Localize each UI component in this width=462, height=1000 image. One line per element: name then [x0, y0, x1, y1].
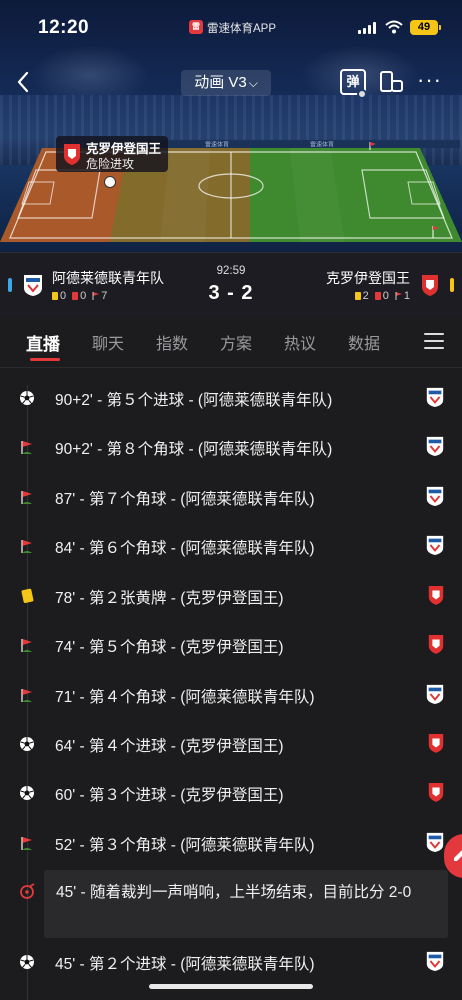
tab-live[interactable]: 直播 — [26, 330, 60, 355]
tab-bar: 直播 聊天 指数 方案 热议 数据 — [0, 318, 462, 368]
home-indicator — [149, 984, 313, 989]
animation-version-label: 动画 V3 — [194, 74, 247, 91]
goal-ball-icon — [19, 390, 35, 406]
home-team-crest-icon — [425, 386, 445, 413]
event-text: 74' - 第５个角球 - (克罗伊登国王) — [55, 639, 284, 656]
event-row: 87' - 第７个角球 - (阿德莱德联青年队) — [0, 472, 462, 522]
app-logo-icon: 雷 — [189, 20, 203, 34]
away-team-crest-icon — [427, 732, 445, 759]
home-team-crest-icon — [425, 683, 445, 710]
event-text: 45' - 第２个进球 - (阿德莱德联青年队) — [55, 956, 315, 973]
menu-icon[interactable] — [424, 332, 444, 350]
tab-odds[interactable]: 指数 — [156, 330, 188, 354]
back-button[interactable] — [16, 68, 40, 96]
tab-data[interactable]: 数据 — [348, 330, 380, 354]
home-team-crest-icon — [425, 950, 445, 977]
home-team-crest-icon — [425, 534, 445, 561]
event-row: 64' - 第４个进球 - (克罗伊登国王) — [0, 719, 462, 769]
away-team-crest-icon — [427, 584, 445, 611]
corner-flag-icon — [19, 637, 35, 653]
pitch-watermark: 雷速体育 — [205, 141, 229, 149]
edit-icon — [454, 850, 462, 861]
event-text: 90+2' - 第８个角球 - (阿德莱德联青年队) — [55, 441, 333, 458]
more-options-icon[interactable]: ··· — [417, 69, 443, 95]
away-yellow-cards: 2 — [354, 290, 369, 302]
corner-flag-icon — [19, 489, 35, 505]
rotate-screen-icon[interactable] — [378, 69, 404, 95]
corner-flag-icon — [19, 538, 35, 554]
chevron-down-icon: ⌵ — [248, 76, 258, 90]
away-corners: 1 — [395, 290, 410, 302]
danmu-switch-dot — [357, 89, 367, 99]
corner-flag-icon — [19, 687, 35, 703]
away-team-crest-icon — [427, 781, 445, 808]
wifi-icon — [385, 20, 403, 34]
goal-ball-icon — [19, 736, 35, 752]
animation-header: 12:20 雷 雷速体育APP 49 动画 V3 ⌵ 弹 ··· 雷速体育 雷速… — [0, 0, 462, 252]
event-text: 52' - 第３个角球 - (阿德莱德联青年队) — [55, 837, 315, 854]
live-event-popup: 克罗伊登国王 危险进攻 — [56, 136, 168, 172]
home-team-crest-icon — [425, 485, 445, 512]
ball-icon — [104, 176, 116, 188]
event-row: 84' - 第６个角球 - (阿德莱德联青年队) — [0, 521, 462, 571]
event-row: 90+2' - 第８个角球 - (阿德莱德联青年队) — [0, 422, 462, 472]
yellow-card-icon — [19, 588, 35, 604]
event-text: 78' - 第２张黄牌 - (克罗伊登国王) — [55, 590, 284, 607]
goal-ball-icon — [19, 785, 35, 801]
event-row: 74' - 第５个角球 - (克罗伊登国王) — [0, 620, 462, 670]
away-team-crest-icon — [427, 633, 445, 660]
event-row: 78' - 第２张黄牌 - (克罗伊登国王) — [0, 571, 462, 621]
status-time: 12:20 — [38, 17, 90, 38]
chevron-left-icon — [17, 71, 29, 93]
nav-bar: 动画 V3 ⌵ 弹 ··· — [0, 62, 462, 102]
away-team-crest-icon — [422, 275, 438, 296]
signal-icon — [358, 22, 376, 34]
tab-chat[interactable]: 聊天 — [92, 330, 124, 354]
tab-plans[interactable]: 方案 — [220, 330, 252, 354]
event-row: 60' - 第３个进球 - (克罗伊登国王) — [0, 768, 462, 818]
scoreboard: 阿德莱德联青年队 0 0 7 92:59 3 - 2 克罗伊登国王 2 0 1 — [0, 252, 462, 318]
event-row: 45' - 第２个进球 - (阿德莱德联青年队) — [0, 937, 462, 987]
home-team-crest-icon — [425, 435, 445, 462]
active-tab-indicator — [30, 358, 60, 361]
corner-flag-icon — [19, 439, 35, 455]
event-text: 90+2' - 第５个进球 - (阿德莱德联青年队) — [55, 392, 333, 409]
event-row: 71' - 第４个角球 - (阿德莱德联青年队) — [0, 670, 462, 720]
halftime-note: 45' - 随着裁判一声哨响，上半场结束，目前比分 2-0 — [44, 870, 448, 938]
event-text: 84' - 第６个角球 - (阿德莱德联青年队) — [55, 540, 315, 557]
away-red-cards: 0 — [374, 290, 389, 302]
goal-ball-icon — [19, 954, 35, 970]
tab-discussion[interactable]: 热议 — [284, 330, 316, 354]
event-text: 71' - 第４个角球 - (阿德莱德联青年队) — [55, 689, 315, 706]
away-team-stats: 2 0 1 — [354, 290, 410, 302]
corner-flag-icon — [19, 835, 35, 851]
event-text: 60' - 第３个进球 - (克罗伊登国王) — [55, 787, 284, 804]
event-row: 52' - 第３个角球 - (阿德莱德联青年队) — [0, 818, 462, 868]
whistle-icon — [18, 882, 36, 900]
event-text: 64' - 第４个进球 - (克罗伊登国王) — [55, 738, 284, 755]
event-text: 87' - 第７个角球 - (阿德莱德联青年队) — [55, 491, 315, 508]
status-bar: 12:20 雷 雷速体育APP 49 — [0, 0, 462, 52]
animation-version-dropdown[interactable]: 动画 V3 ⌵ — [181, 70, 271, 96]
app-name: 雷速体育APP — [207, 23, 277, 35]
halftime-note-text: 45' - 随着裁判一声哨响，上半场结束，目前比分 2-0 — [56, 884, 412, 901]
battery-icon: 49 — [410, 20, 441, 35]
away-team-name: 克罗伊登国王 — [326, 270, 410, 286]
home-team-crest-icon — [425, 831, 445, 858]
svg-text:雷速体育: 雷速体育 — [310, 141, 334, 149]
live-event-description: 危险进攻 — [86, 157, 135, 171]
away-team-color-strip — [450, 278, 454, 292]
away-team-crest-icon — [64, 144, 80, 165]
event-row: 90+2' - 第５个进球 - (阿德莱德联青年队) — [0, 373, 462, 423]
